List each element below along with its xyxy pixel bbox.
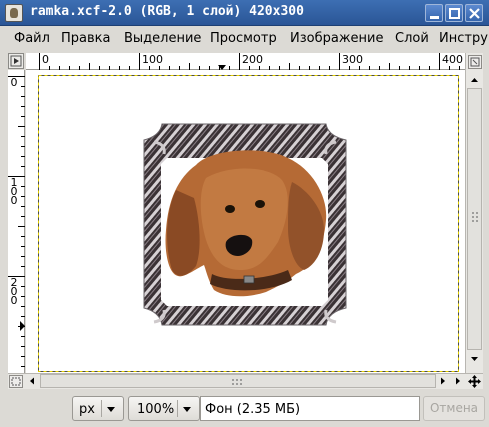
hruler-label-400: 400 [442, 53, 463, 66]
menu-layer[interactable]: Слой [395, 31, 429, 46]
zoom-selector[interactable]: 100% [128, 396, 200, 421]
title-bar[interactable]: ramka.xcf-2.0 (RGB, 1 слой) 420x300 [0, 0, 489, 26]
navigate-button[interactable] [468, 55, 482, 69]
horizontal-ruler[interactable]: 0 100 200 300 400 [26, 53, 465, 70]
triangle-right-icon [10, 55, 22, 67]
horizontal-scrollbar[interactable] [8, 373, 483, 389]
scroll-down-button[interactable] [467, 352, 482, 366]
zoom-fit-icon [470, 57, 480, 67]
navigation-button[interactable] [467, 374, 482, 389]
window-title: ramka.xcf-2.0 (RGB, 1 слой) 420x300 [30, 4, 304, 19]
hruler-label-300: 300 [342, 53, 363, 66]
minimize-icon [430, 16, 439, 19]
hruler-label-0: 0 [42, 53, 49, 66]
status-bar: px 100% Фон (2.35 МБ) Отмена [0, 391, 489, 427]
close-icon [469, 8, 480, 19]
grip-icon [472, 212, 478, 222]
hruler-label-100: 100 [142, 53, 163, 66]
maximize-button[interactable] [445, 4, 463, 22]
quick-mask-button[interactable] [9, 375, 23, 388]
vruler-label-200: 200 [10, 276, 18, 307]
unit-selector[interactable]: px [72, 396, 124, 421]
hgrip-icon [232, 379, 242, 385]
scroll-left-button[interactable] [25, 374, 39, 388]
arrow-left-icon [30, 377, 34, 385]
status-message-area: Фон (2.35 МБ) [200, 396, 420, 421]
vruler-label-0: 0 [10, 76, 18, 89]
cancel-button[interactable]: Отмена [423, 396, 485, 421]
menu-select[interactable]: Выделение [124, 31, 201, 46]
status-message: Фон (2.35 МБ) [205, 402, 301, 417]
canvas-image [38, 75, 459, 372]
zoom-value: 100% [137, 402, 175, 417]
menu-bar: Файл Правка Выделение Просмотр Изображен… [0, 26, 489, 50]
image-menu-button[interactable] [8, 53, 24, 69]
scroll-right-end-button[interactable] [451, 374, 465, 388]
vruler-label-100: 100 [10, 176, 18, 207]
arrow-right-icon [456, 377, 460, 385]
unit-value: px [79, 402, 95, 417]
arrow-down-icon [471, 357, 478, 361]
hscroll-thumb[interactable] [40, 374, 436, 388]
menu-file[interactable]: Файл [14, 31, 50, 46]
vertical-scrollbar[interactable] [465, 53, 483, 373]
menu-tools[interactable]: Инстру [439, 31, 488, 46]
vscroll-thumb[interactable] [467, 88, 482, 350]
scroll-right-button[interactable] [436, 374, 450, 388]
minimize-button[interactable] [425, 4, 443, 22]
menu-view[interactable]: Просмотр [210, 31, 277, 46]
close-button[interactable] [465, 4, 483, 22]
hruler-label-200: 200 [242, 53, 263, 66]
gimp-app-icon[interactable] [5, 4, 23, 22]
maximize-icon [449, 8, 460, 19]
chevron-down-icon [107, 407, 115, 412]
vruler-ticks [8, 76, 25, 367]
quick-mask-icon [11, 377, 21, 386]
arrow-right-icon [441, 377, 445, 385]
vpointer-marker [20, 321, 25, 331]
menu-image[interactable]: Изображение [290, 31, 383, 46]
menu-edit[interactable]: Правка [61, 31, 110, 46]
scroll-up-button[interactable] [467, 73, 482, 87]
image-canvas[interactable] [26, 70, 465, 373]
chevron-down-icon [183, 407, 191, 412]
move-cross-icon [468, 375, 481, 388]
vertical-ruler[interactable]: 0 100 200 [8, 70, 25, 373]
arrow-up-icon [471, 78, 478, 82]
